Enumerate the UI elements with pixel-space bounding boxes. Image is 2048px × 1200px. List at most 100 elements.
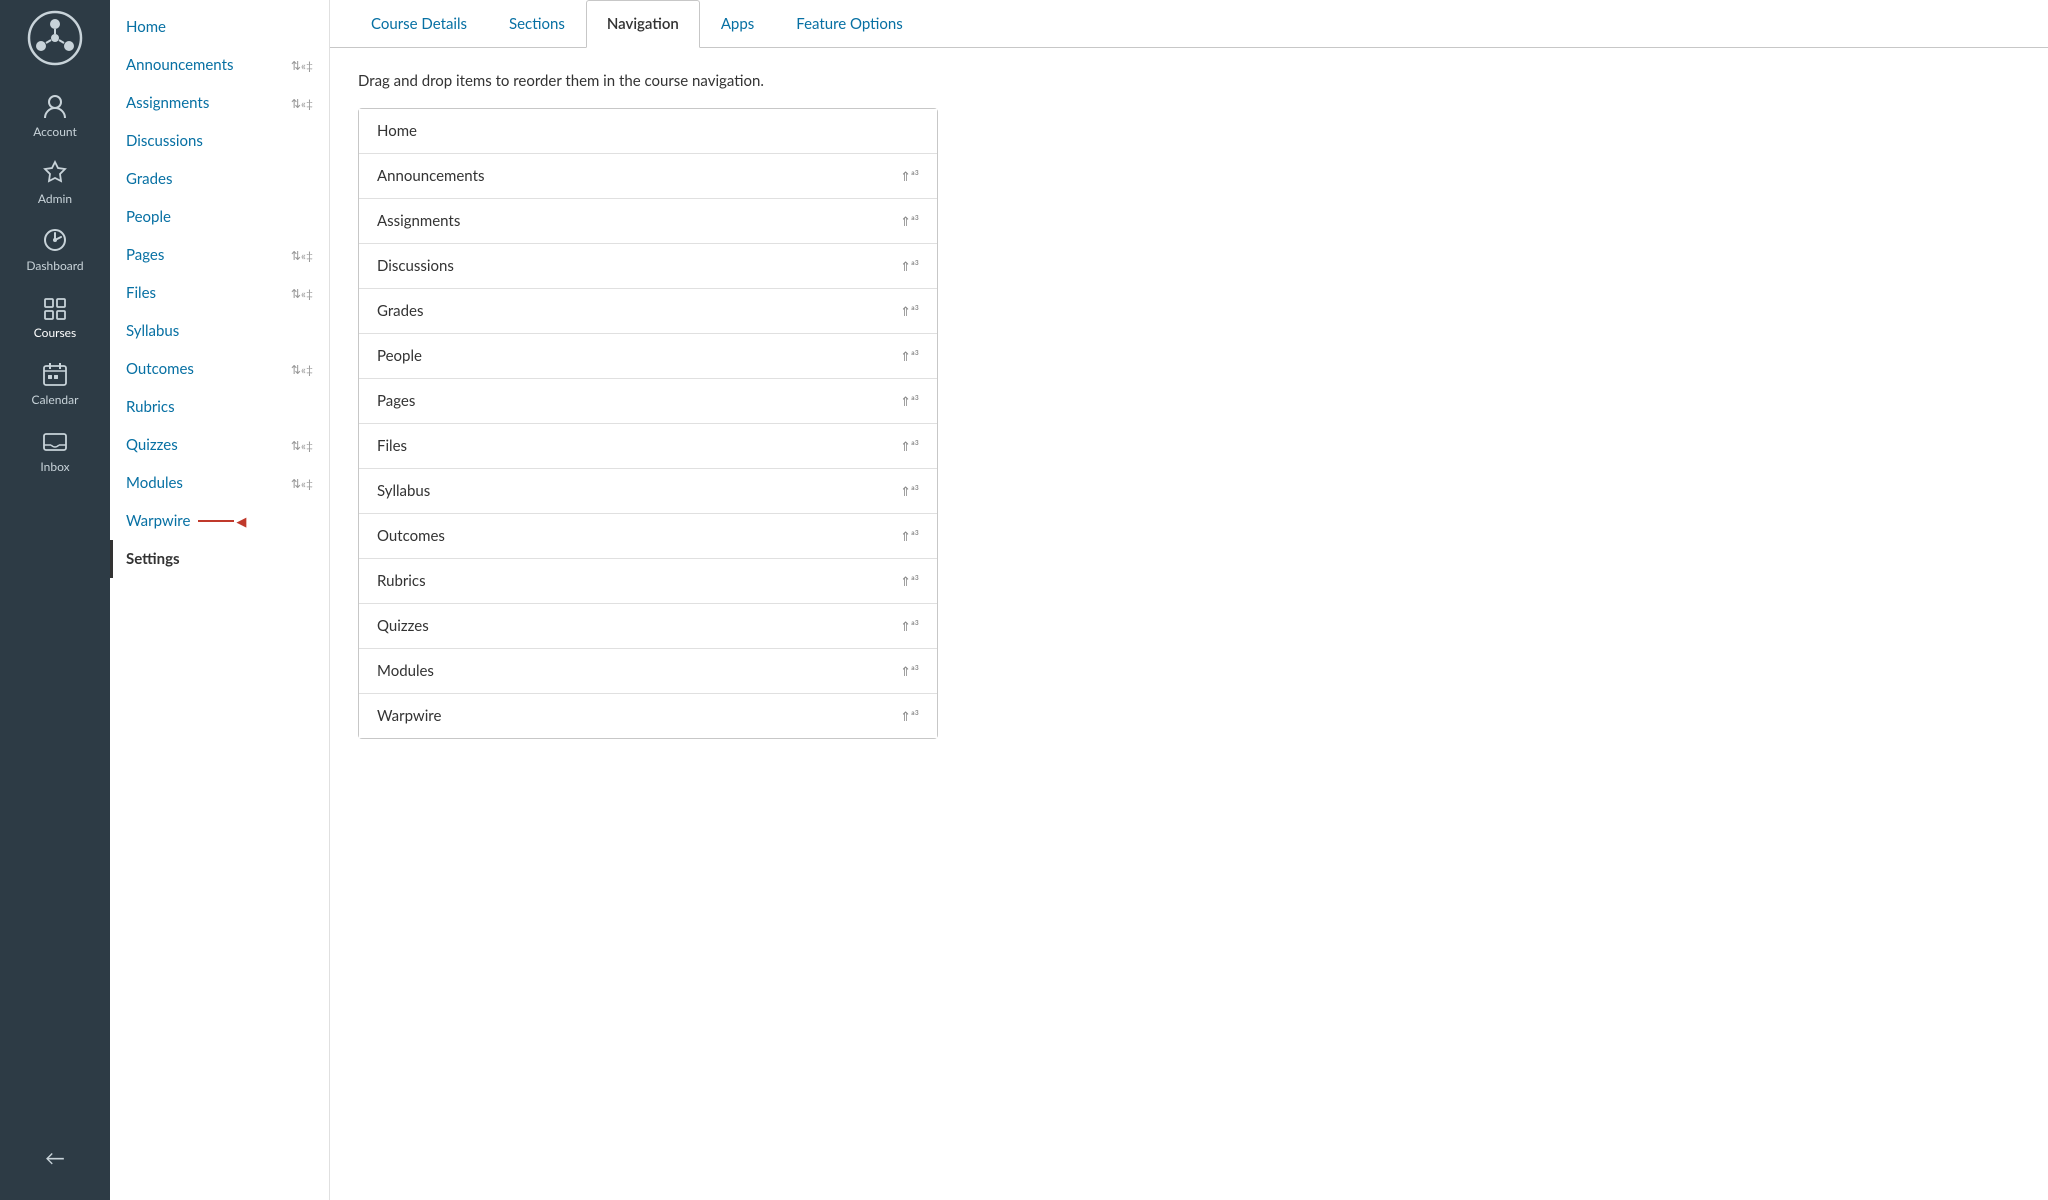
drag-icon-pages[interactable]: ⇅«‡ <box>291 248 313 263</box>
courses-icon <box>41 293 69 321</box>
nav-list-item-label-syllabus: Syllabus <box>377 482 890 500</box>
nav-list-item-drag-icon-people[interactable]: ⇑ᵃ³ <box>900 348 919 365</box>
nav-list-item-rubrics[interactable]: Rubrics ⇑ᵃ³ <box>359 559 937 604</box>
nav-item-dashboard[interactable]: Dashboard <box>0 216 110 283</box>
course-nav-item-outcomes[interactable]: Outcomes ⇅«‡ <box>110 350 329 388</box>
nav-list-item-label-people: People <box>377 347 890 365</box>
course-nav-item-files[interactable]: Files⇅«‡ <box>110 274 329 312</box>
nav-list-item-drag-icon-files[interactable]: ⇑ᵃ³ <box>900 438 919 455</box>
course-nav-item-home[interactable]: Home <box>110 8 329 46</box>
nav-list-item-drag-icon-announcements[interactable]: ⇑ᵃ³ <box>900 168 919 185</box>
course-nav-label-people: People <box>126 208 171 226</box>
nav-list-item-label-rubrics: Rubrics <box>377 572 890 590</box>
nav-item-admin[interactable]: Admin <box>0 149 110 216</box>
nav-list-item-label-assignments: Assignments <box>377 212 890 230</box>
nav-list-item-people[interactable]: People ⇑ᵃ³ <box>359 334 937 379</box>
nav-list-item-drag-icon-warpwire[interactable]: ⇑ᵃ³ <box>900 708 919 725</box>
nav-list-item-discussions[interactable]: Discussions⇑ᵃ³ <box>359 244 937 289</box>
nav-list-item-label-pages: Pages <box>377 392 890 410</box>
course-nav-label-outcomes: Outcomes <box>126 360 194 378</box>
nav-list-item-drag-icon-discussions[interactable]: ⇑ᵃ³ <box>900 258 919 275</box>
collapse-button[interactable]: ← <box>35 1136 75 1180</box>
drag-icon-modules[interactable]: ⇅«‡ <box>291 476 313 491</box>
nav-item-calendar-label: Calendar <box>32 392 79 407</box>
course-nav-label-assignments: Assignments <box>126 94 209 112</box>
nav-list-item-label-grades: Grades <box>377 302 890 320</box>
nav-list-item-drag-icon-quizzes[interactable]: ⇑ᵃ³ <box>900 618 919 635</box>
nav-list-item-label-quizzes: Quizzes <box>377 617 890 635</box>
tab-navigation[interactable]: Navigation <box>586 0 700 48</box>
nav-list-item-label-announcements: Announcements <box>377 167 890 185</box>
nav-list-item-quizzes[interactable]: Quizzes ⇑ᵃ³ <box>359 604 937 649</box>
nav-item-courses[interactable]: Courses <box>0 283 110 350</box>
logo[interactable] <box>27 10 83 66</box>
course-nav-label-discussions: Discussions <box>126 132 203 150</box>
course-nav-item-warpwire[interactable]: Warpwire ◀ <box>110 502 329 540</box>
nav-list-item-grades[interactable]: Grades ⇑ᵃ³ <box>359 289 937 334</box>
course-nav-item-rubrics[interactable]: Rubrics <box>110 388 329 426</box>
tab-apps[interactable]: Apps <box>700 0 775 48</box>
nav-list-item-modules[interactable]: Modules ⇑ᵃ³ <box>359 649 937 694</box>
nav-list-item-drag-icon-grades[interactable]: ⇑ᵃ³ <box>900 303 919 320</box>
global-nav: Account Admin Dashboard <box>0 0 110 1200</box>
nav-list-item-drag-icon-assignments[interactable]: ⇑ᵃ³ <box>900 213 919 230</box>
tab-sections[interactable]: Sections <box>488 0 586 48</box>
course-nav-item-modules[interactable]: Modules⇅«‡ <box>110 464 329 502</box>
nav-list-item-announcements[interactable]: Announcements ⇑ᵃ³ <box>359 154 937 199</box>
course-nav-label-announcements: Announcements <box>126 56 233 74</box>
nav-list-item-pages[interactable]: Pages ⇑ᵃ³ <box>359 379 937 424</box>
drag-icon-assignments[interactable]: ⇅«‡ <box>291 96 313 111</box>
course-nav-label-grades: Grades <box>126 170 172 188</box>
nav-item-account-label: Account <box>33 124 77 139</box>
nav-list-item-drag-icon-syllabus[interactable]: ⇑ᵃ³ <box>900 483 919 500</box>
tabs-bar: Course DetailsSectionsNavigationAppsFeat… <box>330 0 2048 48</box>
course-nav-label-syllabus: Syllabus <box>126 322 179 340</box>
course-nav-label-home: Home <box>126 18 166 36</box>
drag-icon-announcements[interactable]: ⇅«‡ <box>291 58 313 73</box>
nav-item-inbox[interactable]: Inbox <box>0 417 110 484</box>
course-nav-item-grades[interactable]: Grades <box>110 160 329 198</box>
nav-list-item-drag-icon-pages[interactable]: ⇑ᵃ³ <box>900 393 919 410</box>
tab-feature-options[interactable]: Feature Options <box>775 0 924 48</box>
nav-list-item-warpwire[interactable]: Warpwire ⇑ᵃ³ <box>359 694 937 738</box>
nav-list-item-assignments[interactable]: Assignments ⇑ᵃ³ <box>359 199 937 244</box>
nav-item-account[interactable]: Account <box>0 82 110 149</box>
course-nav: Home Announcements ⇅«‡ Assignments ⇅«‡ Discus… <box>110 0 330 1200</box>
course-nav-item-pages[interactable]: Pages ⇅«‡ <box>110 236 329 274</box>
course-nav-label-rubrics: Rubrics <box>126 398 175 416</box>
drag-icon-quizzes[interactable]: ⇅«‡ <box>291 438 313 453</box>
nav-list-item-drag-icon-outcomes[interactable]: ⇑ᵃ³ <box>900 528 919 545</box>
course-nav-item-announcements[interactable]: Announcements ⇅«‡ <box>110 46 329 84</box>
course-nav-item-assignments[interactable]: Assignments ⇅«‡ <box>110 84 329 122</box>
nav-list-item-label-warpwire: Warpwire <box>377 707 890 725</box>
drag-icon-files[interactable]: ⇅«‡ <box>291 286 313 301</box>
nav-list-item-drag-icon-modules[interactable]: ⇑ᵃ³ <box>900 663 919 680</box>
course-nav-label-warpwire: Warpwire <box>126 512 190 530</box>
course-nav-item-people[interactable]: People <box>110 198 329 236</box>
content-area: Drag and drop items to reorder them in t… <box>330 48 2048 1200</box>
tab-course-details[interactable]: Course Details <box>350 0 488 48</box>
main-content: Course DetailsSectionsNavigationAppsFeat… <box>330 0 2048 1200</box>
course-nav-item-syllabus[interactable]: Syllabus <box>110 312 329 350</box>
course-nav-label-quizzes: Quizzes <box>126 436 178 454</box>
nav-list-item-files[interactable]: Files⇑ᵃ³ <box>359 424 937 469</box>
course-nav-label-pages: Pages <box>126 246 164 264</box>
nav-list-item-outcomes[interactable]: Outcomes⇑ᵃ³ <box>359 514 937 559</box>
nav-list-item-syllabus[interactable]: Syllabus ⇑ᵃ³ <box>359 469 937 514</box>
course-nav-item-discussions[interactable]: Discussions <box>110 122 329 160</box>
course-nav-item-settings[interactable]: Settings <box>113 540 329 578</box>
nav-item-inbox-label: Inbox <box>40 459 69 474</box>
nav-list-item-home[interactable]: Home <box>359 109 937 154</box>
nav-item-admin-label: Admin <box>38 191 72 206</box>
drag-icon-outcomes[interactable]: ⇅«‡ <box>291 362 313 377</box>
course-nav-label-settings: Settings <box>126 550 180 568</box>
warpwire-arrow: ◀ <box>198 513 246 530</box>
nav-list-item-label-modules: Modules <box>377 662 890 680</box>
description-text: Drag and drop items to reorder them in t… <box>358 72 2020 90</box>
nav-list-item-drag-icon-rubrics[interactable]: ⇑ᵃ³ <box>900 573 919 590</box>
nav-item-courses-label: Courses <box>34 325 76 340</box>
navigation-list: HomeAnnouncements⇑ᵃ³Assignments⇑ᵃ³Discus… <box>358 108 938 739</box>
admin-icon <box>41 159 69 187</box>
course-nav-item-quizzes[interactable]: Quizzes ⇅«‡ <box>110 426 329 464</box>
nav-item-calendar[interactable]: Calendar <box>0 350 110 417</box>
